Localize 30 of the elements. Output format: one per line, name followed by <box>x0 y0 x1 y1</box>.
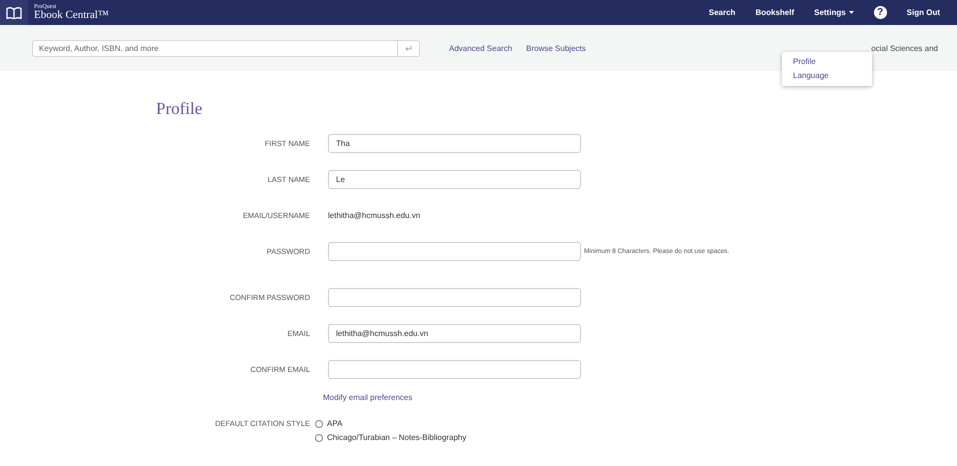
radio-option[interactable]: Chicago/Turabian – Notes-Bibliography <box>315 433 581 442</box>
email-preferences-link[interactable]: Modify email preferences <box>323 393 581 402</box>
input-field[interactable]: Tha <box>328 134 581 153</box>
search-field[interactable]: Keyword, Author, ISBN, and more <box>32 40 398 56</box>
input-field[interactable] <box>328 360 581 379</box>
input-field[interactable] <box>328 288 581 307</box>
nav-link[interactable]: Browse Subjects <box>526 44 586 52</box>
enter-icon <box>405 46 412 50</box>
radio-option[interactable]: APA <box>315 419 581 428</box>
input-field[interactable]: lethitha@hcmussh.edu.vn <box>328 324 581 343</box>
search-button[interactable] <box>398 40 420 56</box>
nav-link[interactable]: Bookshelf <box>755 8 794 17</box>
caret-icon <box>848 11 854 14</box>
logo[interactable] <box>0 0 28 25</box>
settings-menu[interactable]: Settings <box>814 8 854 17</box>
nav-link[interactable]: Advanced Search <box>449 44 512 52</box>
field-value: lethitha@hcmussh.edu.vn <box>328 210 422 222</box>
help-icon[interactable]: ? <box>874 6 887 19</box>
menu-item[interactable]: Profile <box>782 55 872 69</box>
nav-link[interactable]: Sign Out <box>906 8 940 17</box>
radio-button[interactable] <box>315 420 323 428</box>
nav-link[interactable]: Search <box>708 8 736 17</box>
page-title: Profile <box>156 99 204 119</box>
subject-text: ocial Sciences and <box>871 44 938 52</box>
input-field[interactable]: Le <box>328 170 581 189</box>
input-field[interactable] <box>328 242 581 261</box>
menu-item[interactable]: Language <box>782 69 872 83</box>
book-icon <box>6 6 22 18</box>
brand-name: Ebook Central™ <box>34 10 109 21</box>
radio-button[interactable] <box>315 434 323 442</box>
